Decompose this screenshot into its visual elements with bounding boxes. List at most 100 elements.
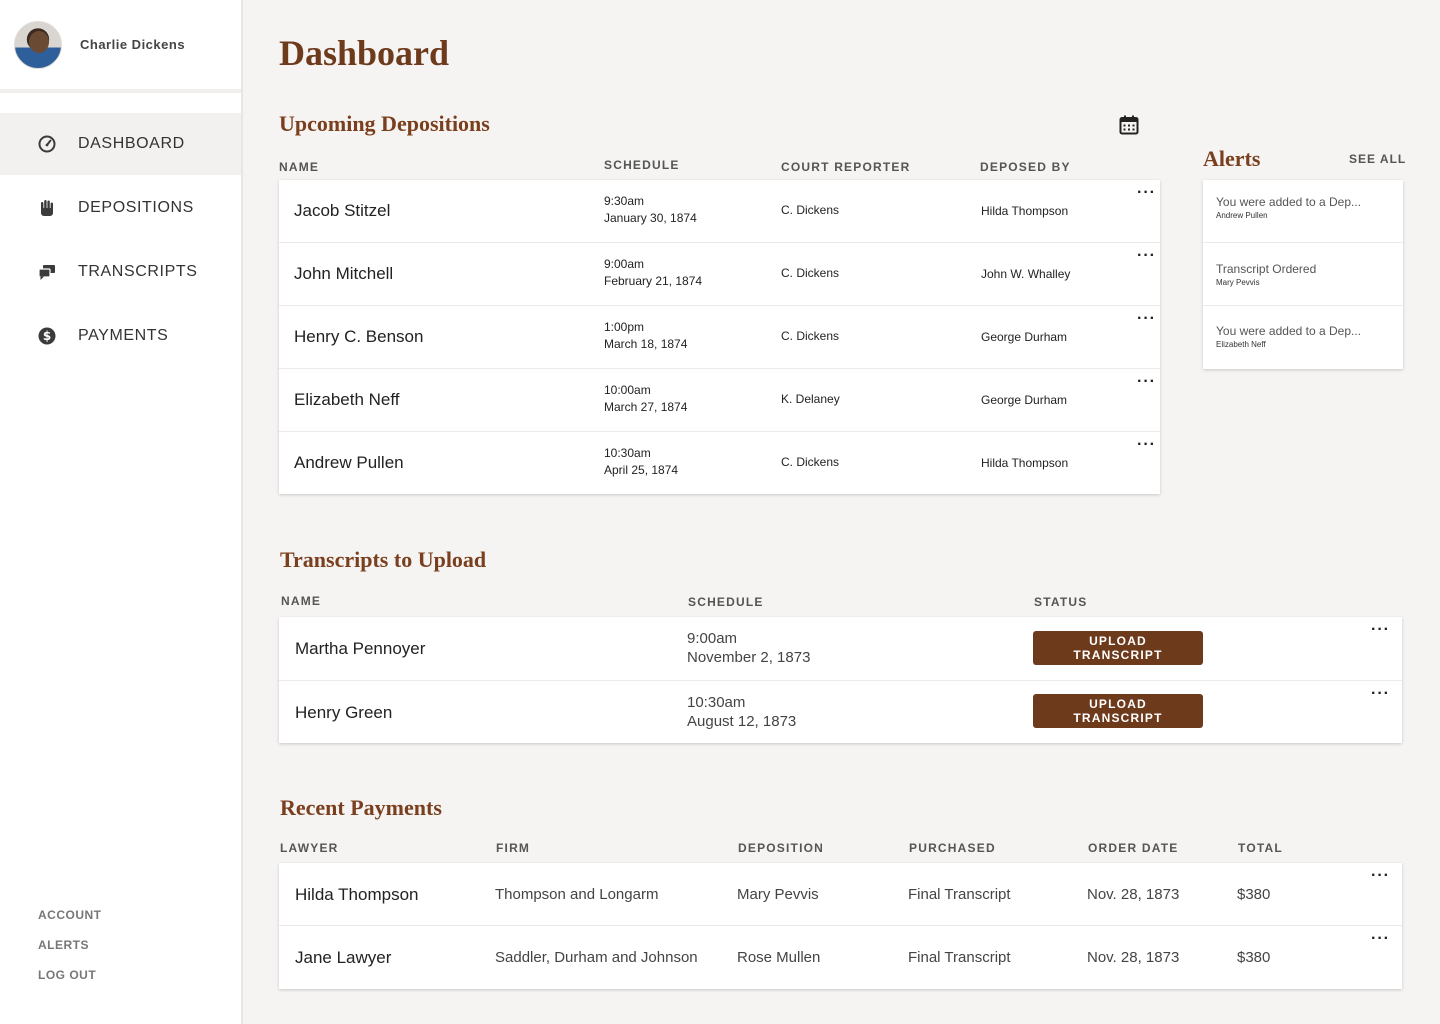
deposed-by: George Durham (981, 393, 1068, 407)
svg-text:$: $ (43, 329, 51, 343)
alert-text: You were added to a Dep... (1216, 195, 1361, 209)
alert-text: Transcript Ordered (1216, 262, 1317, 276)
more-options-icon[interactable]: ··· (1137, 311, 1156, 327)
table-row[interactable]: Jacob Stitzel 9:30am January 30, 1874 C.… (279, 180, 1160, 243)
order-date: Nov. 28, 1873 (1087, 949, 1180, 966)
schedule-date: March 27, 1874 (604, 400, 688, 414)
nav-label: TRANSCRIPTS (78, 263, 198, 280)
gauge-icon (38, 135, 56, 153)
table-row[interactable]: John Mitchell 9:00am February 21, 1874 C… (279, 243, 1160, 306)
page-title: Dashboard (279, 33, 450, 73)
profile-header[interactable]: Charlie Dickens (0, 0, 241, 93)
alert-item[interactable]: Transcript Ordered Mary Pevvis (1203, 243, 1403, 306)
upload-transcript-button[interactable]: UPLOAD TRANSCRIPT (1033, 631, 1203, 665)
table-row[interactable]: Henry C. Benson 1:00pm March 18, 1874 C.… (279, 306, 1160, 369)
order-date: Nov. 28, 1873 (1087, 886, 1180, 903)
alert-subtext: Mary Pevvis (1216, 278, 1260, 287)
court-reporter: K. Delaney (781, 392, 840, 406)
schedule-date: April 25, 1874 (604, 463, 679, 477)
court-reporter: C. Dickens (781, 455, 840, 469)
alert-item[interactable]: You were added to a Dep... Andrew Pullen (1203, 180, 1403, 243)
main-nav: DASHBOARD DEPOSITIONS TRANSCRIPTS $ PAYM… (0, 113, 241, 367)
more-options-icon[interactable]: ··· (1371, 622, 1390, 638)
transcripts-to-upload-title: Transcripts to Upload (280, 547, 487, 572)
column-header-name: NAME (281, 594, 322, 608)
alert-subtext: Elizabeth Neff (1216, 340, 1266, 349)
alert-text: You were added to a Dep... (1216, 324, 1361, 338)
recent-payments-title: Recent Payments (280, 795, 442, 820)
firm-name: Saddler, Durham and Johnson (495, 949, 698, 966)
column-header-purchased: PURCHASED (909, 841, 996, 855)
payment-total: $380 (1237, 949, 1271, 966)
upcoming-depositions-title: Upcoming Depositions (279, 111, 490, 136)
profile-name: Charlie Dickens (80, 37, 186, 52)
see-all-link[interactable]: SEE ALL (1349, 152, 1406, 166)
deponent-name: John Mitchell (294, 264, 394, 283)
alerts-panel: You were added to a Dep... Andrew Pullen… (1203, 180, 1403, 369)
deposed-by: Hilda Thompson (981, 204, 1069, 218)
table-row[interactable]: Martha Pennoyer 9:00am November 2, 1873 … (279, 617, 1402, 681)
log-out-link[interactable]: LOG OUT (38, 968, 102, 998)
nav-label: DEPOSITIONS (78, 199, 194, 216)
more-options-icon[interactable]: ··· (1371, 931, 1390, 947)
more-options-icon[interactable]: ··· (1137, 374, 1156, 390)
column-header-deposed-by: DEPOSED BY (980, 160, 1071, 174)
transcript-name: Martha Pennoyer (295, 639, 426, 658)
column-header-firm: FIRM (496, 841, 531, 855)
table-row[interactable]: Andrew Pullen 10:30am April 25, 1874 C. … (279, 432, 1160, 494)
more-options-icon[interactable]: ··· (1137, 248, 1156, 264)
alerts-link[interactable]: ALERTS (38, 938, 102, 968)
account-link[interactable]: ACCOUNT (38, 908, 102, 938)
deponent-name: Elizabeth Neff (294, 390, 400, 409)
column-header-court-reporter: COURT REPORTER (781, 160, 911, 174)
column-header-schedule: SCHEDULE (688, 595, 764, 609)
hand-icon (38, 199, 56, 217)
lawyer-name: Jane Lawyer (295, 948, 392, 967)
column-header-order-date: ORDER DATE (1088, 841, 1179, 855)
table-row[interactable]: Hilda Thompson Thompson and Longarm Mary… (279, 863, 1402, 926)
court-reporter: C. Dickens (781, 203, 840, 217)
sidebar: Charlie Dickens DASHBOARD DEPOSITIONS TR… (0, 0, 243, 1024)
lawyer-name: Hilda Thompson (295, 885, 419, 904)
calendar-icon[interactable] (1119, 115, 1139, 140)
column-header-total: TOTAL (1238, 841, 1283, 855)
transcripts-table: Martha Pennoyer 9:00am November 2, 1873 … (279, 617, 1402, 743)
deponent-name: Andrew Pullen (294, 453, 404, 472)
nav-item-transcripts[interactable]: TRANSCRIPTS (0, 241, 241, 303)
deposition-name: Rose Mullen (737, 949, 821, 966)
nav-item-depositions[interactable]: DEPOSITIONS (0, 177, 241, 239)
avatar (14, 20, 62, 69)
alert-subtext: Andrew Pullen (1216, 211, 1268, 220)
more-options-icon[interactable]: ··· (1137, 437, 1156, 453)
schedule-time: 10:00am (604, 383, 651, 397)
purchased-item: Final Transcript (908, 886, 1011, 903)
schedule-date: January 30, 1874 (604, 211, 697, 225)
schedule-time: 1:00pm (604, 320, 645, 334)
transcript-name: Henry Green (295, 703, 393, 722)
alert-item[interactable]: You were added to a Dep... Elizabeth Nef… (1203, 306, 1403, 369)
firm-name: Thompson and Longarm (495, 886, 659, 903)
deponent-name: Jacob Stitzel (294, 201, 391, 220)
court-reporter: C. Dickens (781, 266, 840, 280)
schedule-time: 9:00am (687, 630, 738, 647)
purchased-item: Final Transcript (908, 949, 1011, 966)
deponent-name: Henry C. Benson (294, 327, 424, 346)
more-options-icon[interactable]: ··· (1371, 868, 1390, 884)
footer-links: ACCOUNT ALERTS LOG OUT (38, 908, 102, 998)
depositions-table: Jacob Stitzel 9:30am January 30, 1874 C.… (279, 180, 1160, 494)
table-row[interactable]: Elizabeth Neff 10:00am March 27, 1874 K.… (279, 369, 1160, 432)
column-header-status: STATUS (1034, 595, 1088, 609)
table-row[interactable]: Jane Lawyer Saddler, Durham and Johnson … (279, 926, 1402, 989)
upload-transcript-button[interactable]: UPLOAD TRANSCRIPT (1033, 694, 1203, 728)
chat-icon (38, 263, 56, 281)
deposed-by: Hilda Thompson (981, 456, 1069, 470)
nav-label: DASHBOARD (78, 135, 185, 152)
more-options-icon[interactable]: ··· (1371, 686, 1390, 702)
nav-item-dashboard[interactable]: DASHBOARD (0, 113, 241, 175)
payments-table: Hilda Thompson Thompson and Longarm Mary… (279, 863, 1402, 989)
nav-item-payments[interactable]: $ PAYMENTS (0, 305, 241, 367)
schedule-date: February 21, 1874 (604, 274, 703, 288)
more-options-icon[interactable]: ··· (1137, 185, 1156, 201)
schedule-time: 10:30am (687, 694, 746, 711)
table-row[interactable]: Henry Green 10:30am August 12, 1873 UPLO… (279, 681, 1402, 743)
